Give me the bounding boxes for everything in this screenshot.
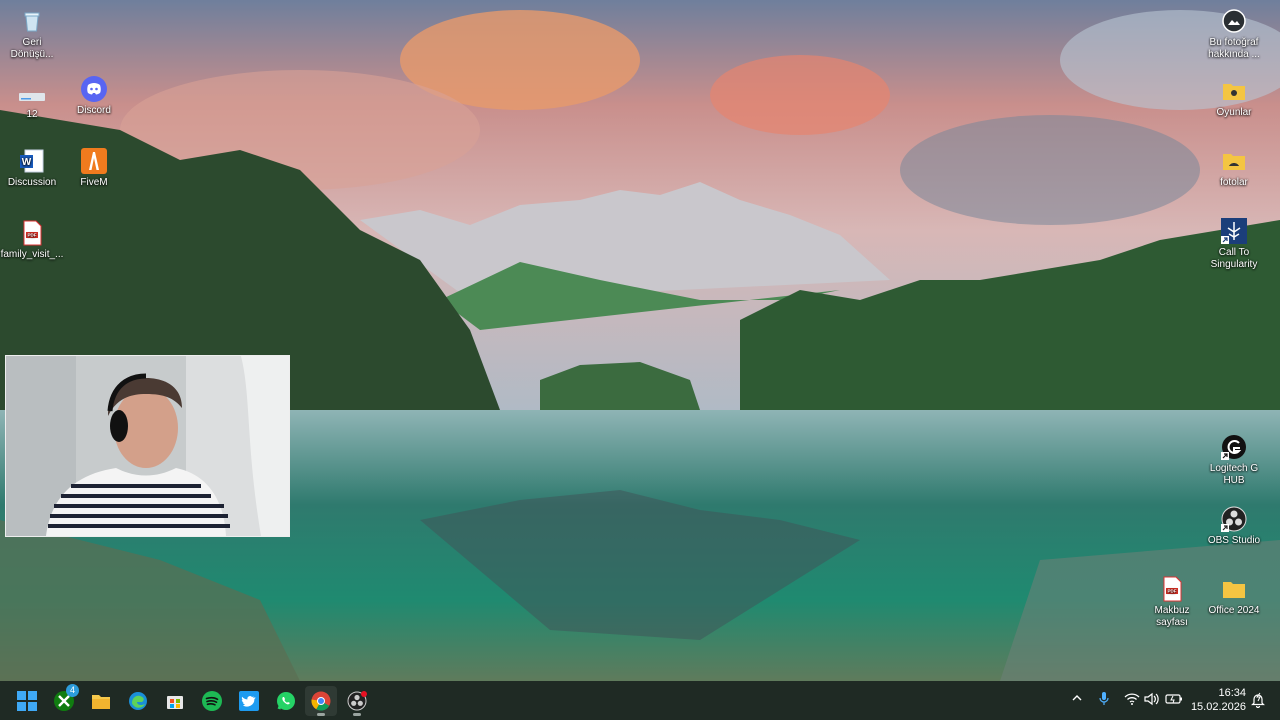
tray-overflow-chevron[interactable]	[1071, 692, 1083, 707]
clock-date: 15.02.2026	[1190, 701, 1246, 713]
fivem-icon	[81, 148, 107, 174]
desktop-icon-obs-studio[interactable]: OBS Studio	[1202, 506, 1266, 547]
chevron-up-icon	[1072, 695, 1082, 701]
chrome-icon	[311, 691, 331, 711]
pdf-icon: PDF	[19, 220, 45, 246]
taskbar-clock[interactable]: 16:34 15.02.2026	[1191, 686, 1246, 714]
obs-icon	[1221, 506, 1247, 532]
twitter-icon	[239, 691, 259, 711]
desktop-icon-fotolar[interactable]: fotolar	[1202, 148, 1266, 189]
taskbar-store[interactable]	[159, 686, 191, 716]
desktop-icon-discussion[interactable]: W Discussion	[0, 148, 64, 189]
battery-charging-icon	[1165, 694, 1182, 704]
tray-notifications[interactable]	[1251, 692, 1265, 711]
folder-icon	[1221, 576, 1247, 602]
svg-text:PDF: PDF	[1168, 589, 1177, 594]
edge-icon	[129, 692, 147, 710]
svg-text:W: W	[22, 157, 32, 168]
desktop-icon-office-2024[interactable]: Office 2024	[1202, 576, 1266, 617]
active-app-indicator	[317, 713, 325, 716]
desktop-icon-oyunlar[interactable]: Oyunlar	[1202, 78, 1266, 119]
tray-microphone[interactable]	[1098, 691, 1110, 710]
start-icon	[17, 691, 37, 711]
webcam-overlay	[5, 355, 290, 537]
volume-icon	[1144, 692, 1159, 706]
file-explorer-icon	[92, 695, 110, 709]
app-shortcut-icon	[1221, 218, 1247, 244]
taskbar-twitter[interactable]	[233, 686, 265, 716]
microphone-icon	[1099, 692, 1109, 705]
desktop-icon-recycle-bin[interactable]: Geri Dönüşü...	[0, 8, 64, 61]
tray-wifi[interactable]	[1124, 693, 1140, 708]
xbox-badge: 4	[66, 684, 79, 697]
desktop-icon-logitech-g-hub[interactable]: Logitech G HUB	[1202, 434, 1266, 487]
folder-icon	[1221, 78, 1247, 104]
taskbar-file-explorer[interactable]	[85, 686, 117, 716]
taskbar-whatsapp[interactable]	[270, 686, 302, 716]
taskbar-chrome[interactable]	[305, 686, 337, 716]
folder-icon	[1221, 148, 1247, 174]
desktop-icon-discord[interactable]: Discord	[62, 76, 126, 117]
about-photo-icon	[1221, 8, 1247, 34]
desktop-icon-about-photo[interactable]: Bu fotoğraf hakkında ...	[1202, 8, 1266, 61]
desktop-icon-drive[interactable]: 12	[0, 84, 64, 121]
recycle-bin-icon	[19, 8, 45, 34]
start-button[interactable]	[11, 686, 43, 716]
tray-battery[interactable]	[1165, 693, 1183, 708]
taskbar-edge[interactable]	[122, 686, 154, 716]
desktop-wallpaper	[0, 0, 1280, 681]
spotify-icon	[202, 691, 222, 711]
notification-bell-icon	[1251, 692, 1265, 709]
taskbar-xbox[interactable]: 4	[48, 684, 80, 716]
desktop-icon-makbuz[interactable]: PDF Makbuz sayfası	[1140, 576, 1204, 629]
taskbar: 4 16:34 15.02.2026	[0, 681, 1280, 720]
clock-time: 16:34	[1218, 687, 1246, 699]
running-app-indicator	[353, 713, 361, 716]
tray-volume[interactable]	[1144, 692, 1160, 709]
word-document-icon: W	[19, 148, 45, 174]
wifi-icon	[1124, 693, 1140, 705]
logitech-icon	[1221, 434, 1247, 460]
svg-text:PDF: PDF	[28, 233, 37, 238]
store-icon	[167, 696, 183, 709]
taskbar-spotify[interactable]	[196, 686, 228, 716]
discord-icon	[81, 76, 107, 102]
pdf-icon: PDF	[1159, 576, 1185, 602]
desktop-icon-family-visit[interactable]: PDF family_visit_...	[0, 220, 64, 261]
desktop-icon-fivem[interactable]: FiveM	[62, 148, 126, 189]
obs-icon	[347, 691, 367, 711]
whatsapp-icon	[277, 692, 295, 710]
drive-icon	[19, 92, 45, 106]
desktop-icon-call-to-singularity[interactable]: Call To Singularity	[1202, 218, 1266, 271]
taskbar-obs[interactable]	[341, 686, 373, 716]
